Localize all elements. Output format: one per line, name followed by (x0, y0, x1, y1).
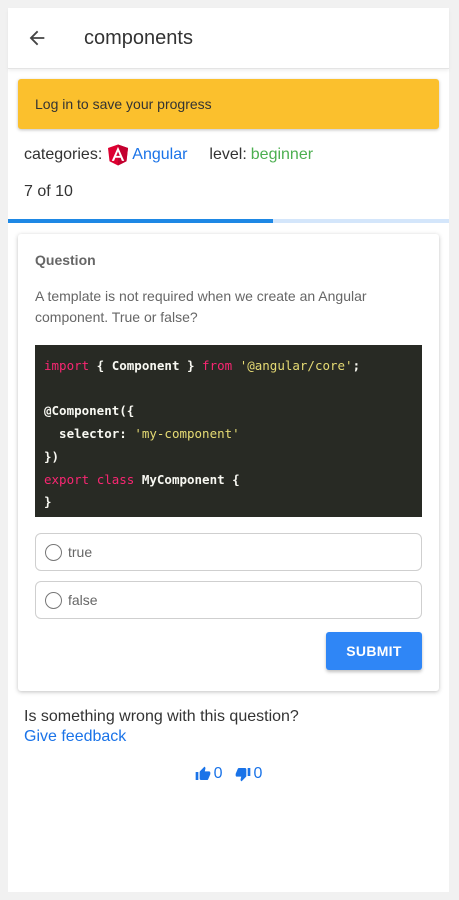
option-false[interactable]: false (35, 581, 422, 619)
code-line: selector: 'my-component' (44, 426, 240, 442)
feedback-section: Is something wrong with this question? G… (24, 707, 449, 747)
category-link[interactable]: Angular (132, 146, 187, 164)
code-line: } (44, 494, 52, 510)
downvote-count: 0 (253, 765, 263, 782)
downvote-button[interactable]: 0 (235, 765, 263, 783)
login-banner[interactable]: Log in to save your progress (18, 79, 439, 129)
question-card: Question A template is not required when… (18, 234, 439, 691)
feedback-prompt: Is something wrong with this question? (24, 708, 299, 725)
app-frame: components Log in to save your progress … (8, 8, 449, 892)
progress-bar (8, 219, 449, 223)
arrow-left-icon (29, 30, 45, 46)
submit-button[interactable]: SUBMIT (326, 632, 422, 670)
question-label: Question (35, 252, 96, 268)
back-button[interactable] (12, 13, 62, 63)
level-label: level: (209, 146, 247, 163)
upvote-button[interactable]: 0 (195, 765, 223, 783)
radio-button[interactable] (45, 591, 62, 609)
question-text: A template is not required when we creat… (35, 288, 367, 325)
option-label: false (68, 592, 98, 608)
upvote-count: 0 (213, 765, 223, 782)
login-banner-text: Log in to save your progress (35, 96, 212, 112)
radio-button[interactable] (45, 543, 62, 561)
thumbs-down-icon (235, 768, 250, 782)
question-meta: categories: Angular level: beginner (24, 143, 449, 167)
app-bar: components (8, 8, 449, 69)
code-line: @Component({ (44, 403, 135, 419)
page-title: components (84, 26, 193, 49)
submit-row: SUBMIT (35, 632, 422, 670)
code-line: export class MyComponent { (44, 471, 240, 487)
code-line: }) (44, 448, 60, 464)
option-true[interactable]: true (35, 533, 422, 571)
categories-label: categories: (24, 146, 103, 163)
code-line: import { Component } from '@angular/core… (44, 358, 361, 373)
give-feedback-link[interactable]: Give feedback (24, 727, 449, 747)
progress-text: 7 of 10 (24, 183, 73, 200)
progress-bar-fill (8, 219, 273, 223)
code-block: import { Component } from '@angular/core… (35, 345, 422, 517)
angular-icon (108, 144, 129, 166)
thumbs-up-icon (195, 766, 210, 780)
level-value: beginner (250, 146, 314, 163)
option-label: true (68, 544, 93, 560)
vote-bar: 0 0 (8, 765, 449, 783)
